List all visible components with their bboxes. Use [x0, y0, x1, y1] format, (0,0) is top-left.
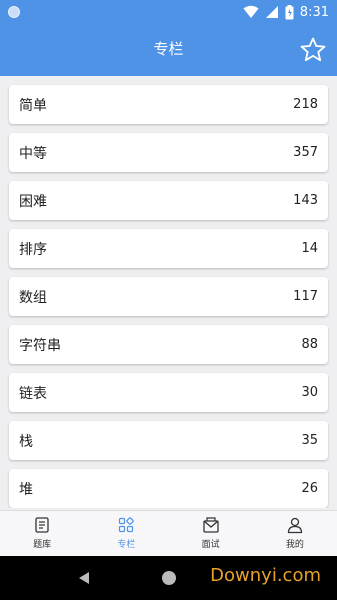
list-item[interactable]: 字符串 88 [9, 325, 328, 364]
battery-icon [285, 4, 294, 19]
item-count: 88 [301, 337, 318, 352]
item-label: 数组 [19, 289, 47, 306]
nav-item-question-bank[interactable]: 题库 [0, 511, 84, 556]
item-label: 困难 [19, 193, 47, 210]
list-item[interactable]: 堆 26 [9, 469, 328, 508]
status-bar: 8:31 [0, 0, 337, 24]
interview-mail-icon [202, 517, 219, 533]
status-icons: 8:31 [243, 3, 329, 21]
columns-grid-icon [119, 517, 135, 533]
wifi-icon [243, 5, 259, 18]
question-bank-icon [35, 517, 49, 533]
item-count: 218 [293, 97, 318, 112]
list-item[interactable]: 链表 30 [9, 373, 328, 412]
category-list: 简单 218 中等 357 困难 143 排序 14 数组 117 字符串 88 链表 30 … [0, 76, 337, 508]
item-label: 排序 [19, 241, 47, 258]
nav-label: 题库 [33, 540, 52, 550]
nav-label: 面试 [201, 540, 220, 550]
page-title: 专栏 [153, 40, 184, 58]
system-nav-bar: Downyi.com [0, 556, 337, 600]
nav-label: 专栏 [117, 540, 136, 550]
item-count: 30 [301, 385, 318, 400]
list-item[interactable]: 数组 117 [9, 277, 328, 316]
nav-item-interview[interactable]: 面试 [169, 511, 253, 556]
list-item[interactable]: 困难 143 [9, 181, 328, 220]
item-count: 117 [293, 289, 318, 304]
notification-icon [8, 6, 20, 18]
item-label: 中等 [19, 145, 47, 162]
list-item[interactable]: 栈 35 [9, 421, 328, 460]
list-item[interactable]: 中等 357 [9, 133, 328, 172]
app-bar: 专栏 [0, 24, 337, 76]
item-count: 26 [301, 481, 318, 496]
item-count: 14 [301, 241, 318, 256]
item-count: 357 [293, 145, 318, 160]
item-label: 堆 [19, 481, 33, 498]
nav-item-columns[interactable]: 专栏 [84, 511, 168, 556]
home-icon[interactable] [162, 571, 176, 585]
nav-label: 我的 [285, 540, 304, 550]
item-label: 栈 [19, 433, 33, 450]
signal-icon [265, 6, 278, 18]
item-label: 简单 [19, 97, 47, 114]
back-icon[interactable] [78, 571, 90, 585]
item-count: 35 [301, 433, 318, 448]
nav-item-profile[interactable]: 我的 [253, 511, 337, 556]
item-label: 字符串 [19, 337, 61, 354]
list-item[interactable]: 排序 14 [9, 229, 328, 268]
watermark: Downyi.com [210, 565, 321, 586]
item-count: 143 [293, 193, 318, 208]
item-label: 链表 [19, 385, 47, 402]
clock: 8:31 [299, 4, 329, 20]
profile-icon [287, 517, 303, 534]
bottom-nav: 题库 专栏 面试 我的 [0, 510, 337, 556]
list-item[interactable]: 简单 218 [9, 85, 328, 124]
star-icon[interactable] [299, 36, 327, 64]
